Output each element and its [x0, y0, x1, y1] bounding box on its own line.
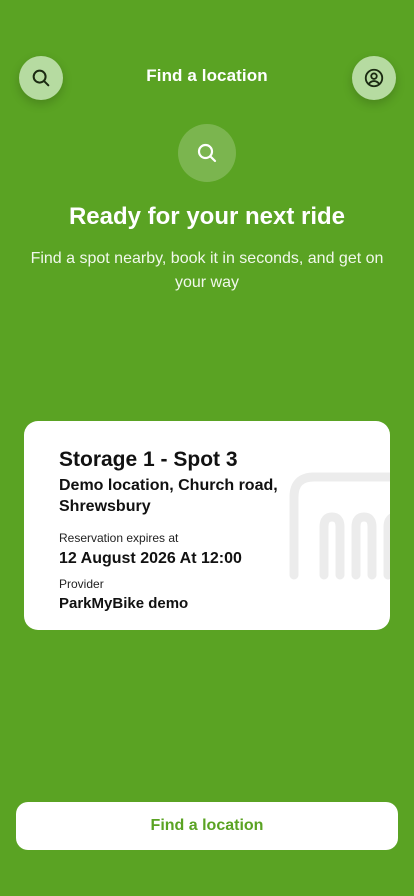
spot-name: Storage 1 - Spot 3: [59, 448, 238, 471]
find-location-screen: Find a location Ready for your next ride…: [0, 0, 414, 896]
reservation-card[interactable]: Storage 1 - Spot 3 Demo location, Church…: [24, 421, 390, 630]
user-circle-icon: [364, 68, 384, 88]
profile-button[interactable]: [352, 56, 396, 100]
expires-label: Reservation expires at: [59, 531, 179, 545]
find-location-button[interactable]: Find a location: [16, 802, 398, 850]
expires-value: 12 August 2026 At 12:00: [59, 550, 242, 567]
search-icon: [197, 143, 217, 163]
provider-label: Provider: [59, 577, 104, 591]
hero-search-badge: [178, 124, 236, 182]
hero-subtitle: Find a spot nearby, book it in seconds, …: [30, 250, 384, 291]
hero-title: Ready for your next ride: [68, 203, 346, 230]
provider-value: ParkMyBike demo: [59, 595, 189, 612]
spot-location: Demo location, Church road, Shrewsbury: [59, 477, 278, 515]
